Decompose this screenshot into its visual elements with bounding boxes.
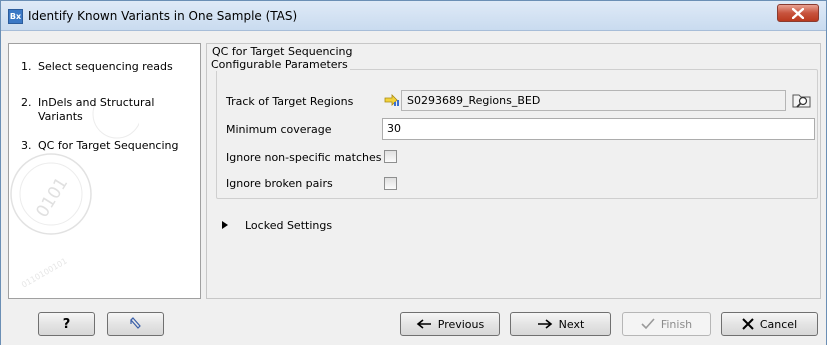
step-number: 3.	[21, 139, 32, 152]
step-number: 2.	[21, 96, 32, 109]
previous-label: Previous	[437, 317, 485, 331]
step-number: 1.	[21, 60, 32, 73]
checkmark-icon	[641, 318, 655, 330]
locked-settings-toggle[interactable]: Locked Settings	[245, 219, 332, 232]
cancel-x-icon	[742, 318, 754, 330]
ignore-nonspecific-checkbox[interactable]	[384, 150, 397, 163]
close-icon	[792, 8, 804, 19]
expand-triangle-icon[interactable]	[222, 221, 228, 229]
help-button[interactable]: ?	[38, 312, 95, 336]
browse-folder-icon	[792, 94, 811, 108]
step-label: Select sequencing reads	[38, 60, 173, 73]
close-button[interactable]	[777, 4, 819, 22]
browse-button[interactable]	[790, 89, 814, 111]
ignore-nonspecific-label: Ignore non-specific matches	[226, 151, 382, 164]
dialog-window: Bx Identify Known Variants in One Sample…	[0, 0, 827, 345]
cancel-label: Cancel	[759, 317, 798, 331]
main-panel: QC for Target Sequencing	[206, 43, 821, 299]
track-field[interactable]: S0293689_Regions_BED	[401, 90, 786, 111]
title-bar[interactable]: Bx Identify Known Variants in One Sample…	[1, 1, 826, 31]
finish-button[interactable]: Finish	[622, 312, 711, 336]
svg-text:0110100101: 0110100101	[20, 256, 69, 289]
wizard-steps-panel: 0101 0110100101 1. Select sequencing rea…	[8, 43, 201, 299]
help-label: ?	[62, 316, 71, 332]
next-button[interactable]: Next	[510, 312, 611, 336]
min-coverage-label: Minimum coverage	[226, 123, 332, 136]
reset-button[interactable]	[107, 312, 164, 336]
watermark-graphic: 0101 0110100101	[10, 104, 139, 290]
arrow-right-icon	[537, 319, 552, 329]
min-coverage-input[interactable]: 30	[382, 118, 815, 140]
step-label: InDels and Structural Variants	[38, 96, 155, 123]
previous-button[interactable]: Previous	[400, 312, 500, 336]
section-title: QC for Target Sequencing	[212, 45, 353, 58]
finish-label: Finish	[660, 317, 693, 331]
next-label: Next	[558, 317, 585, 331]
svg-text:0101: 0101	[32, 174, 72, 221]
group-title: Configurable Parameters	[209, 58, 350, 71]
arrow-left-icon	[416, 319, 431, 329]
app-icon: Bx	[8, 9, 23, 24]
ignore-broken-checkbox[interactable]	[384, 177, 397, 190]
cancel-button[interactable]: Cancel	[721, 312, 818, 336]
step-label: QC for Target Sequencing	[38, 139, 179, 152]
track-label: Track of Target Regions	[226, 95, 354, 108]
button-bar: ? Previous Next Finish Cancel	[1, 303, 826, 345]
window-title: Identify Known Variants in One Sample (T…	[28, 9, 298, 23]
reset-icon	[129, 317, 141, 329]
ignore-broken-label: Ignore broken pairs	[226, 177, 333, 190]
track-icon	[384, 94, 399, 106]
